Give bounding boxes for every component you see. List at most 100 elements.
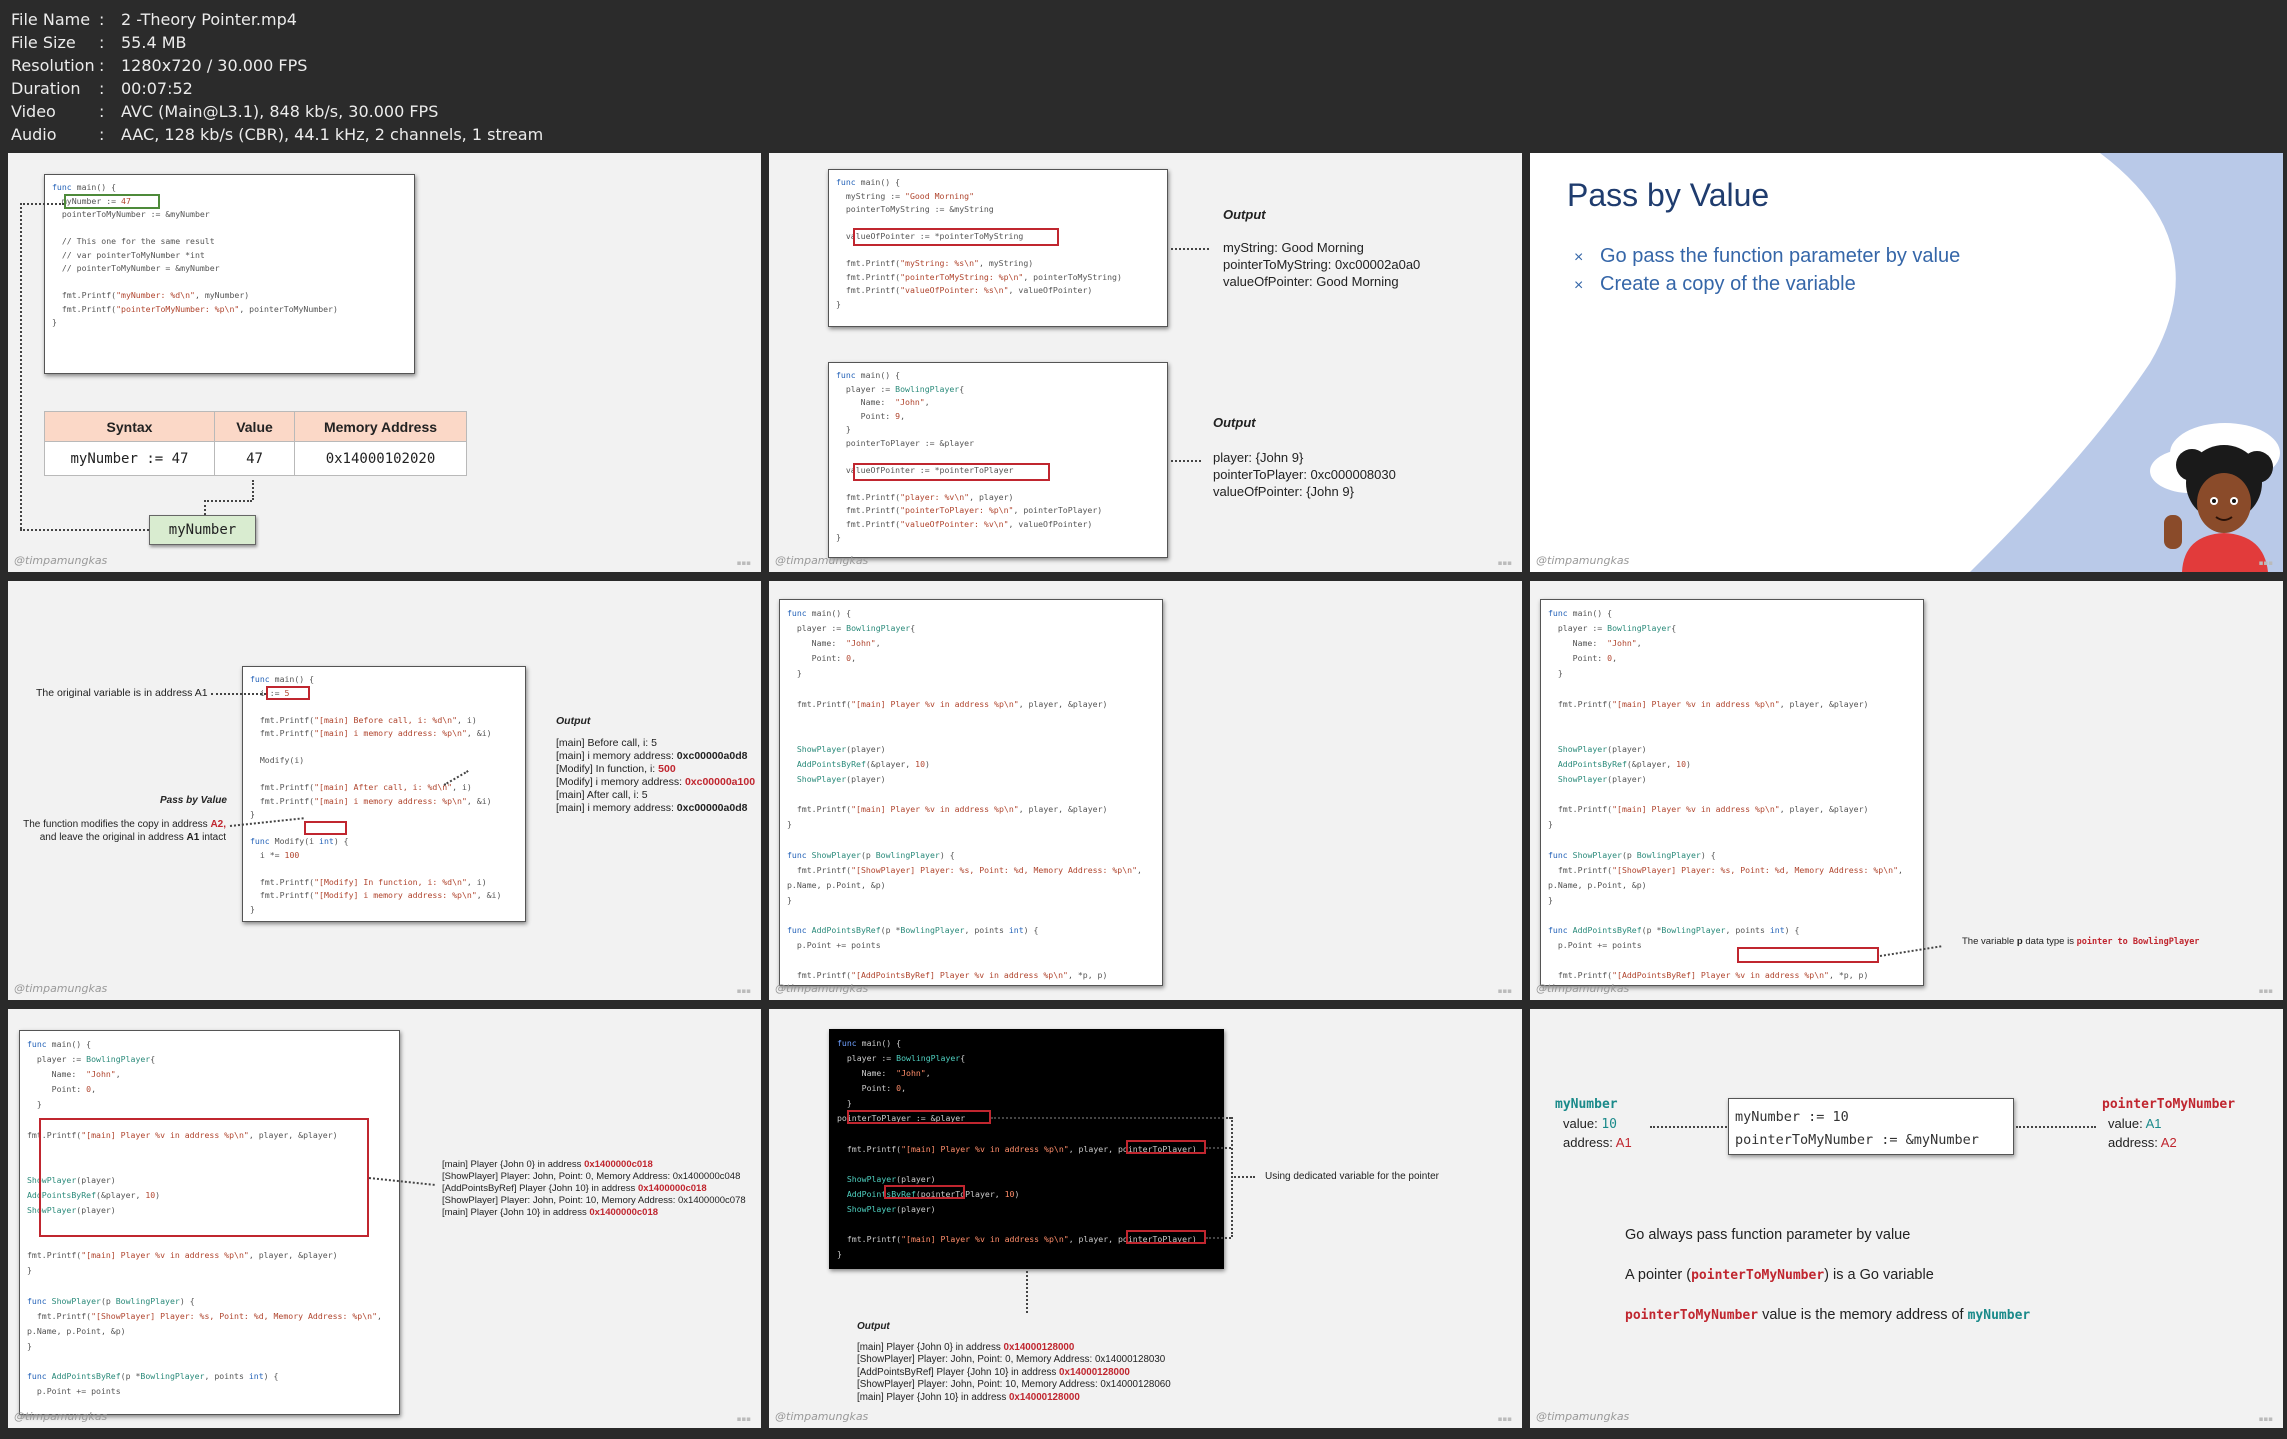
watermark-corner: ▪▪▪ bbox=[1497, 987, 1512, 995]
output-block: [main] Player {John 0} in address 0x1400… bbox=[857, 1342, 1171, 1403]
watermark: @timpamungkas bbox=[1536, 554, 1630, 567]
code-snippet: myNumber := 10 pointerToMyNumber := &myNu… bbox=[1728, 1098, 2014, 1155]
connector-line bbox=[20, 529, 157, 531]
highlight-box bbox=[304, 821, 347, 835]
variable-value: value: 10 bbox=[1563, 1116, 1617, 1132]
presenter-avatar-illustration bbox=[2164, 445, 2273, 572]
connector-line bbox=[1231, 1176, 1255, 1178]
watermark-corner: ▪▪▪ bbox=[2258, 559, 2273, 567]
connector-line bbox=[20, 203, 64, 205]
highlight-box bbox=[64, 194, 160, 209]
output-line: valueOfPointer: {John 9} bbox=[1213, 484, 1354, 499]
thumbnail-pointer-output-addresses[interactable]: func main() { player := BowlingPlayer{ N… bbox=[8, 1009, 761, 1428]
watermark: @timpamungkas bbox=[14, 982, 108, 995]
watermark-corner: ▪▪▪ bbox=[1497, 559, 1512, 567]
watermark: @timpamungkas bbox=[775, 1410, 869, 1423]
table-header: Value bbox=[214, 411, 295, 442]
output-title: Output bbox=[556, 715, 591, 727]
output-line: pointerToPlayer: 0xc000008030 bbox=[1213, 467, 1396, 482]
output-line: pointerToMyString: 0xc00002a0a0 bbox=[1223, 257, 1421, 272]
thumbnail-dedicated-pointer-variable[interactable]: func main() { player := BowlingPlayer{ N… bbox=[769, 1009, 1522, 1428]
watermark: @timpamungkas bbox=[775, 982, 869, 995]
output-line: player: {John 9} bbox=[1213, 450, 1304, 465]
media-info-panel: File Name:2 -Theory Pointer.mp4 File Siz… bbox=[0, 0, 2287, 150]
watermark: @timpamungkas bbox=[1536, 982, 1630, 995]
watermark-corner: ▪▪▪ bbox=[2258, 1415, 2273, 1423]
connector-line bbox=[1171, 248, 1209, 250]
annotation: The original variable is in address A1 bbox=[36, 687, 208, 699]
watermark-corner: ▪▪▪ bbox=[736, 1415, 751, 1423]
code-snippet: func main() { i := 5 fmt.Printf("[main] … bbox=[242, 666, 526, 922]
connector-line bbox=[1206, 1237, 1231, 1239]
watermark: @timpamungkas bbox=[1536, 1410, 1630, 1423]
connector-line bbox=[1206, 1147, 1231, 1149]
media-info-row: Audio: AAC, 128 kb/s (CBR), 44.1 kHz, 2 c… bbox=[11, 125, 544, 144]
output-title: Output bbox=[1223, 207, 1266, 222]
output-line: myString: Good Morning bbox=[1223, 240, 1364, 255]
connector-line bbox=[1650, 1126, 1730, 1128]
table-cell: 47 bbox=[214, 441, 295, 476]
table-header: Memory Address bbox=[294, 411, 467, 442]
code-snippet: func main() { player := BowlingPlayer{ N… bbox=[779, 599, 1163, 986]
connector-line bbox=[211, 693, 266, 695]
thumbnail-pointer-summary[interactable]: myNumber value: 10 address: A1 myNumber … bbox=[1530, 1009, 2283, 1428]
variable-name: pointerToMyNumber bbox=[2102, 1097, 2236, 1112]
highlight-box bbox=[847, 1110, 991, 1124]
watermark-corner: ▪▪▪ bbox=[736, 987, 751, 995]
highlight-box bbox=[853, 463, 1050, 481]
connector-line bbox=[991, 1117, 1231, 1119]
output-line: valueOfPointer: Good Morning bbox=[1223, 274, 1399, 289]
summary-line: Go always pass function parameter by val… bbox=[1625, 1227, 1911, 1243]
summary-line: pointerToMyNumber value is the memory ad… bbox=[1625, 1307, 2031, 1323]
connector-line bbox=[1171, 460, 1201, 462]
summary-line: A pointer (pointerToMyNumber) is a Go va… bbox=[1625, 1267, 1934, 1283]
highlight-box bbox=[266, 686, 310, 700]
media-info-row: Resolution:1280x720 / 30.000 FPS bbox=[11, 56, 308, 75]
slide-title: Pass by Value bbox=[1567, 177, 1770, 213]
variable-address: address: A1 bbox=[1563, 1135, 1632, 1150]
annotation: Using dedicated variable for the pointer bbox=[1265, 1171, 1439, 1182]
variable-value: value: A1 bbox=[2108, 1116, 2162, 1131]
bullet-item: × Go pass the function parameter by value bbox=[1574, 245, 1961, 267]
annotation: The function modifies the copy in addres… bbox=[23, 819, 226, 843]
media-info-row: Video: AVC (Main@L3.1), 848 kb/s, 30.000 … bbox=[11, 102, 439, 121]
output-title: Output bbox=[1213, 415, 1256, 430]
thumbnail-pointer-basics[interactable]: func main() { myNumber := 47 pointerToMy… bbox=[8, 153, 761, 572]
connector-line bbox=[204, 500, 252, 502]
media-info-row: File Name:2 -Theory Pointer.mp4 bbox=[11, 10, 297, 29]
table-cell: myNumber := 47 bbox=[44, 441, 215, 476]
output-title: Output bbox=[857, 1321, 890, 1332]
watermark-corner: ▪▪▪ bbox=[736, 559, 751, 567]
highlight-box bbox=[853, 228, 1059, 246]
watermark: @timpamungkas bbox=[14, 1410, 108, 1423]
table-cell: 0x14000102020 bbox=[294, 441, 467, 476]
connector-line bbox=[1026, 1271, 1028, 1313]
table-header: Syntax bbox=[44, 411, 215, 442]
highlight-box bbox=[1126, 1140, 1206, 1154]
media-info-row: Duration:00:07:52 bbox=[11, 79, 193, 98]
watermark-corner: ▪▪▪ bbox=[1497, 1415, 1512, 1423]
thumbnail-pointer-data-type[interactable]: func main() { player := BowlingPlayer{ N… bbox=[1530, 581, 2283, 1000]
code-snippet: func main() { player := BowlingPlayer{ N… bbox=[1540, 599, 1924, 986]
watermark: @timpamungkas bbox=[775, 554, 869, 567]
highlight-box bbox=[39, 1118, 369, 1237]
thumbnail-pointer-output[interactable]: func main() { myString := "Good Morning"… bbox=[769, 153, 1522, 572]
watermark-corner: ▪▪▪ bbox=[2258, 987, 2273, 995]
thumbnail-pass-by-value-example[interactable]: func main() { i := 5 fmt.Printf("[main] … bbox=[8, 581, 761, 1000]
connector-line bbox=[20, 203, 22, 529]
annotation-title: Pass by Value bbox=[160, 795, 227, 806]
media-info-row: File Size:55.4 MB bbox=[11, 33, 187, 52]
thumbnail-pass-by-value-title[interactable]: Pass by Value × Go pass the function para… bbox=[1530, 153, 2283, 572]
output-block: [main] Player {John 0} in address 0x1400… bbox=[442, 1159, 746, 1218]
code-snippet: func main() { player := BowlingPlayer{ N… bbox=[828, 362, 1168, 558]
connector-line bbox=[252, 480, 254, 500]
connector-line bbox=[204, 500, 206, 515]
highlight-box bbox=[1737, 947, 1879, 963]
thumbnail-pointer-function-code[interactable]: func main() { player := BowlingPlayer{ N… bbox=[769, 581, 1522, 1000]
highlight-box bbox=[884, 1185, 965, 1199]
memory-table: Syntax Value Memory Address myNumber := 47… bbox=[44, 411, 467, 476]
highlight-box bbox=[1126, 1230, 1206, 1244]
code-snippet: func main() { myString := "Good Morning"… bbox=[828, 169, 1168, 327]
variable-address: address: A2 bbox=[2108, 1135, 2177, 1150]
connector-line bbox=[2016, 1126, 2096, 1128]
